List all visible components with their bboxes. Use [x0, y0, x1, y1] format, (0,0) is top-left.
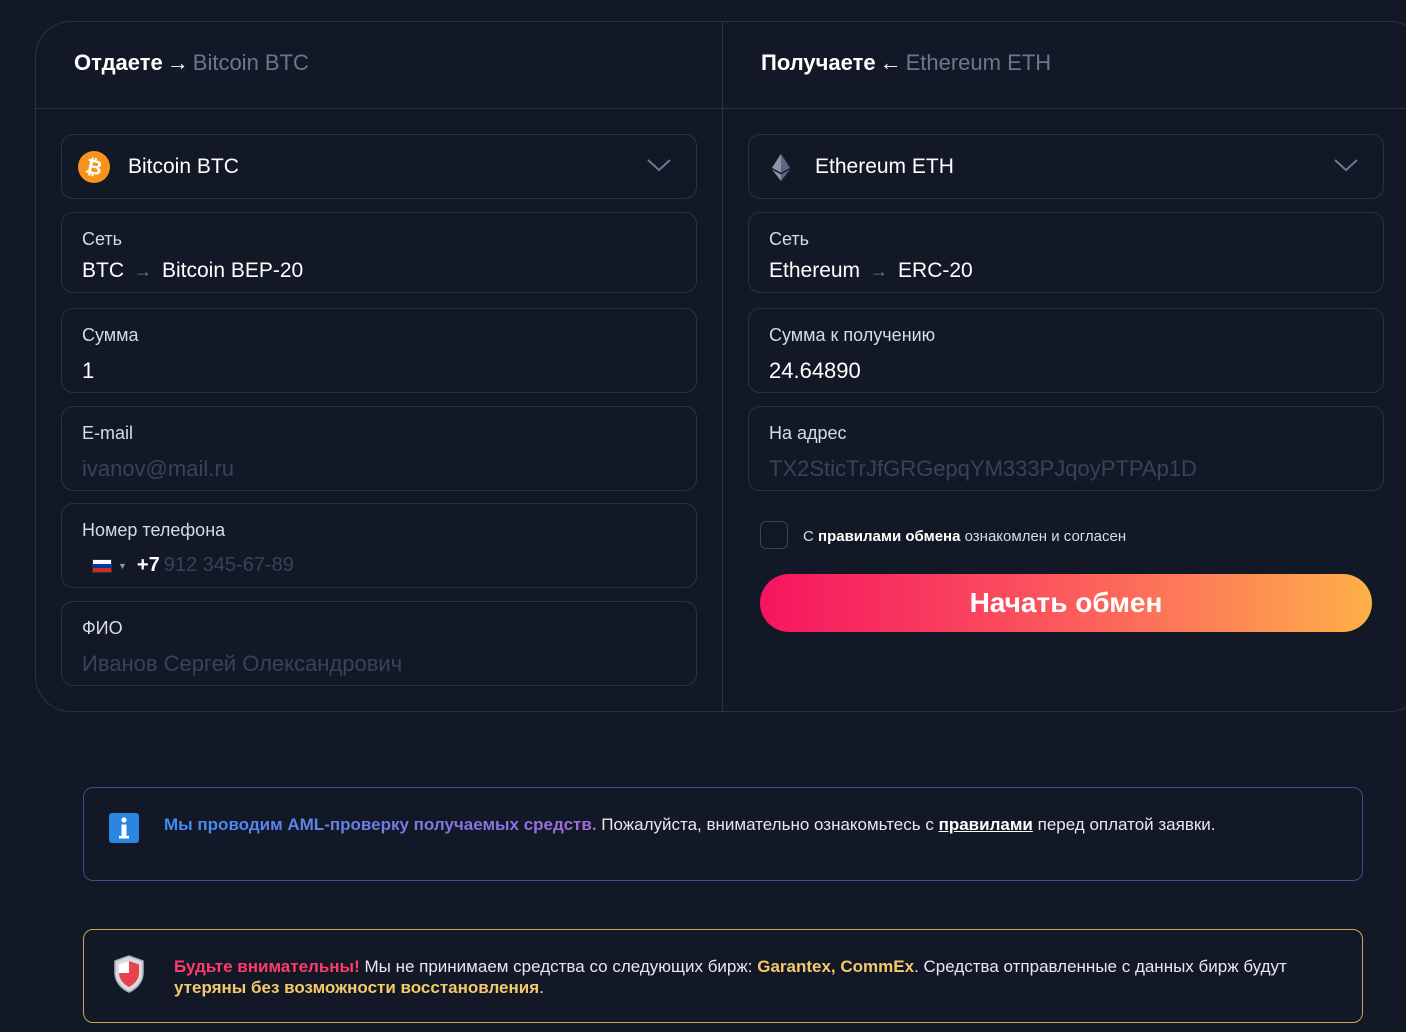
fio-field: ФИО	[61, 601, 697, 686]
give-amount-label: Сумма	[82, 325, 139, 345]
info-icon	[109, 813, 139, 843]
agree-checkbox[interactable]	[760, 521, 788, 549]
warning-notice-text: Будьте внимательны! Мы не принимаем сред…	[174, 957, 1287, 997]
give-currency-title: Bitcoin BTC	[192, 50, 309, 75]
receive-currency-label: Ethereum ETH	[815, 155, 954, 178]
header-divider	[36, 108, 1406, 109]
caret-down-icon[interactable]: ▼	[118, 561, 127, 571]
give-amount-input[interactable]	[82, 357, 672, 385]
receive-title: Получаете ← Ethereum ETH	[761, 50, 1052, 75]
receive-currency-select[interactable]: Ethereum ETH	[748, 134, 1384, 199]
bitcoin-icon: ₿	[78, 151, 110, 183]
chevron-down-icon[interactable]	[1333, 155, 1359, 175]
email-input[interactable]	[82, 455, 672, 483]
receive-currency-title: Ethereum ETH	[905, 50, 1052, 75]
shield-icon	[114, 955, 144, 993]
address-field: На адрес	[748, 406, 1384, 491]
phone-label: Номер телефона	[82, 520, 226, 540]
address-input[interactable]	[769, 455, 1359, 483]
receive-amount-label: Сумма к получению	[769, 325, 936, 345]
receive-network-field[interactable]: Сеть Ethereum → ERC-20	[748, 212, 1384, 293]
warning-notice: Будьте внимательны! Мы не принимаем сред…	[83, 929, 1363, 1023]
ethereum-icon	[771, 153, 791, 181]
phone-input[interactable]: 912 345-67-89	[164, 554, 294, 577]
give-currency-label: Bitcoin BTC	[128, 155, 239, 178]
ru-flag-icon[interactable]	[92, 558, 112, 573]
address-label: На адрес	[769, 423, 847, 443]
give-currency-select[interactable]: ₿ Bitcoin BTC	[61, 134, 697, 199]
aml-notice-text: Мы проводим AML-проверку получаемых сред…	[164, 815, 1216, 834]
aml-rules-link[interactable]: правилами	[939, 815, 1033, 834]
receive-network-value: Ethereum → ERC-20	[769, 259, 973, 282]
give-amount-field: Сумма	[61, 308, 697, 393]
receive-amount-input[interactable]	[769, 357, 1359, 385]
rules-link[interactable]: правилами обмена	[818, 528, 960, 545]
give-title: Отдаете → Bitcoin BTC	[74, 50, 309, 75]
agree-text: С правилами обмена ознакомлен и согласен	[803, 528, 1127, 545]
receive-network-label: Сеть	[769, 229, 810, 249]
column-divider	[722, 22, 723, 711]
aml-notice: Мы проводим AML-проверку получаемых сред…	[83, 787, 1363, 881]
fio-input[interactable]	[82, 650, 672, 678]
phone-row: ▼ +7 912 345-67-89	[92, 554, 294, 577]
receive-amount-field: Сумма к получению	[748, 308, 1384, 393]
email-field: E-mail	[61, 406, 697, 491]
give-network-label: Сеть	[82, 229, 123, 249]
chevron-down-icon[interactable]	[646, 155, 672, 175]
fio-label: ФИО	[82, 618, 123, 638]
email-label: E-mail	[82, 423, 134, 443]
give-network-value: BTC → Bitcoin BEP-20	[82, 259, 304, 282]
start-exchange-button[interactable]: Начать обмен	[760, 574, 1372, 632]
phone-field: Номер телефона ▼ +7 912 345-67-89	[61, 503, 697, 588]
phone-country-code: +7	[136, 554, 160, 576]
give-network-field[interactable]: Сеть BTC → Bitcoin BEP-20	[61, 212, 697, 293]
